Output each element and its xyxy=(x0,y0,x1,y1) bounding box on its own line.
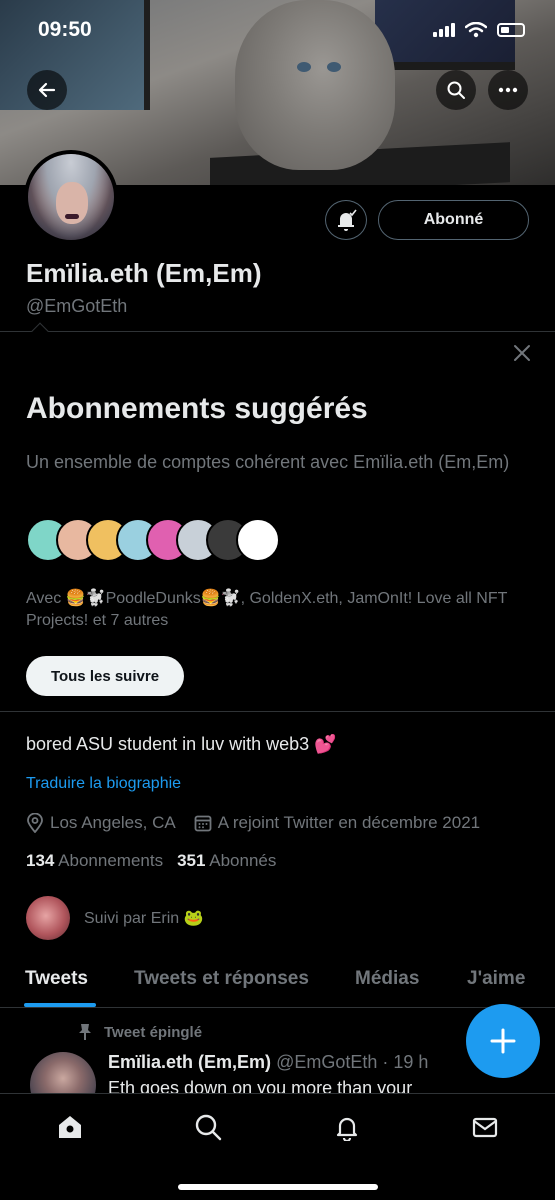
suggested-avatars[interactable] xyxy=(26,518,326,562)
notifications-toggle-button[interactable] xyxy=(325,200,367,240)
mail-icon xyxy=(472,1117,498,1138)
suggestions-description: Un ensemble de comptes cohérent avec Emï… xyxy=(26,452,510,472)
nav-notifications[interactable] xyxy=(332,1112,362,1142)
profile-avatar[interactable] xyxy=(24,150,118,244)
signal-icon xyxy=(433,23,455,37)
kitten-eye-left xyxy=(297,62,311,72)
tab-likes[interactable]: J'aime xyxy=(467,968,525,990)
pinned-label: Tweet épinglé xyxy=(104,1023,203,1041)
nav-messages[interactable] xyxy=(470,1112,500,1142)
banner-kitten xyxy=(235,0,395,170)
battery-icon xyxy=(497,23,525,37)
more-dots-icon xyxy=(498,87,518,93)
pinned-indicator: Tweet épinglé xyxy=(78,1023,202,1041)
close-icon[interactable] xyxy=(511,342,533,364)
tweet-header[interactable]: Emïlia.eth (Em,Em) @EmGotEth · 19 h xyxy=(108,1052,428,1073)
followers-count-link[interactable]: 351 Abonnés xyxy=(177,851,276,871)
status-icons xyxy=(433,22,525,38)
followers-count: 351 xyxy=(177,851,206,870)
followers-label: Abonnés xyxy=(209,851,277,870)
tab-tweets[interactable]: Tweets xyxy=(25,968,88,990)
pin-icon xyxy=(79,1024,91,1040)
joined-item: A rejoint Twitter en décembre 2021 xyxy=(194,813,480,833)
kitten-eye-right xyxy=(327,62,341,72)
calendar-icon xyxy=(194,815,212,832)
tweet-time: · 19 h xyxy=(382,1052,429,1072)
profile-meta: Los Angeles, CA A rejoint Twitter en déc… xyxy=(26,813,480,833)
tab-media[interactable]: Médias xyxy=(355,968,419,990)
tab-tweets-replies[interactable]: Tweets et réponses xyxy=(134,968,309,990)
home-icon xyxy=(59,1116,81,1138)
tweet-author-handle: @EmGotEth xyxy=(276,1052,378,1072)
suggested-follows-panel: Abonnements suggérés Un ensemble de comp… xyxy=(0,322,555,712)
translate-bio-link[interactable]: Traduire la biographie xyxy=(26,775,181,793)
bio-text: bored ASU student in luv with web3 💕 xyxy=(26,734,337,754)
following-button[interactable]: Abonné xyxy=(378,200,529,240)
more-options-button[interactable] xyxy=(488,70,528,110)
following-count: 134 xyxy=(26,851,55,870)
home-indicator[interactable] xyxy=(178,1184,378,1190)
follower-avatar xyxy=(26,896,70,940)
follow-all-button[interactable]: Tous les suivre xyxy=(26,656,184,696)
tweet-author-name: Emïlia.eth (Em,Em) xyxy=(108,1052,272,1072)
plus-icon xyxy=(490,1028,516,1054)
profile-tabs: Tweets Tweets et réponses Médias J'aime xyxy=(0,956,555,1008)
avatar-lips xyxy=(65,214,79,219)
location-item: Los Angeles, CA xyxy=(26,813,176,833)
following-label: Abonnements xyxy=(58,851,164,870)
status-time: 09:50 xyxy=(38,18,92,41)
banner-monitor-left xyxy=(0,0,150,110)
nav-search[interactable] xyxy=(193,1112,223,1142)
search-icon xyxy=(447,81,465,99)
follow-counts: 134 Abonnements 351 Abonnés xyxy=(26,851,276,871)
search-icon xyxy=(195,1114,222,1141)
bell-check-icon xyxy=(338,209,357,231)
followed-by-text: Suivi par Erin 🐸 xyxy=(84,910,204,927)
location-text: Los Angeles, CA xyxy=(50,813,176,832)
followed-by-row[interactable]: Suivi par Erin 🐸 xyxy=(26,896,204,940)
suggestions-title: Abonnements suggérés xyxy=(26,392,368,425)
display-name: Emïlia.eth (Em,Em) xyxy=(26,258,262,288)
search-profile-button[interactable] xyxy=(436,70,476,110)
location-pin-icon xyxy=(27,813,43,833)
bell-icon xyxy=(336,1117,358,1141)
joined-text: A rejoint Twitter en décembre 2021 xyxy=(217,813,481,832)
nav-home[interactable] xyxy=(55,1112,85,1142)
suggestions-names: Avec 🍔🐩PoodleDunks🍔🐩, GoldenX.eth, JamOn… xyxy=(26,590,508,629)
user-handle: @EmGotEth xyxy=(26,296,128,316)
wifi-icon xyxy=(465,22,487,38)
compose-tweet-button[interactable] xyxy=(466,1004,540,1078)
arrow-left-icon xyxy=(38,82,56,98)
active-tab-indicator xyxy=(24,1003,96,1007)
panel-notch xyxy=(31,322,49,340)
back-button[interactable] xyxy=(27,70,67,110)
following-count-link[interactable]: 134 Abonnements xyxy=(26,851,163,871)
suggested-avatar[interactable] xyxy=(236,518,280,562)
